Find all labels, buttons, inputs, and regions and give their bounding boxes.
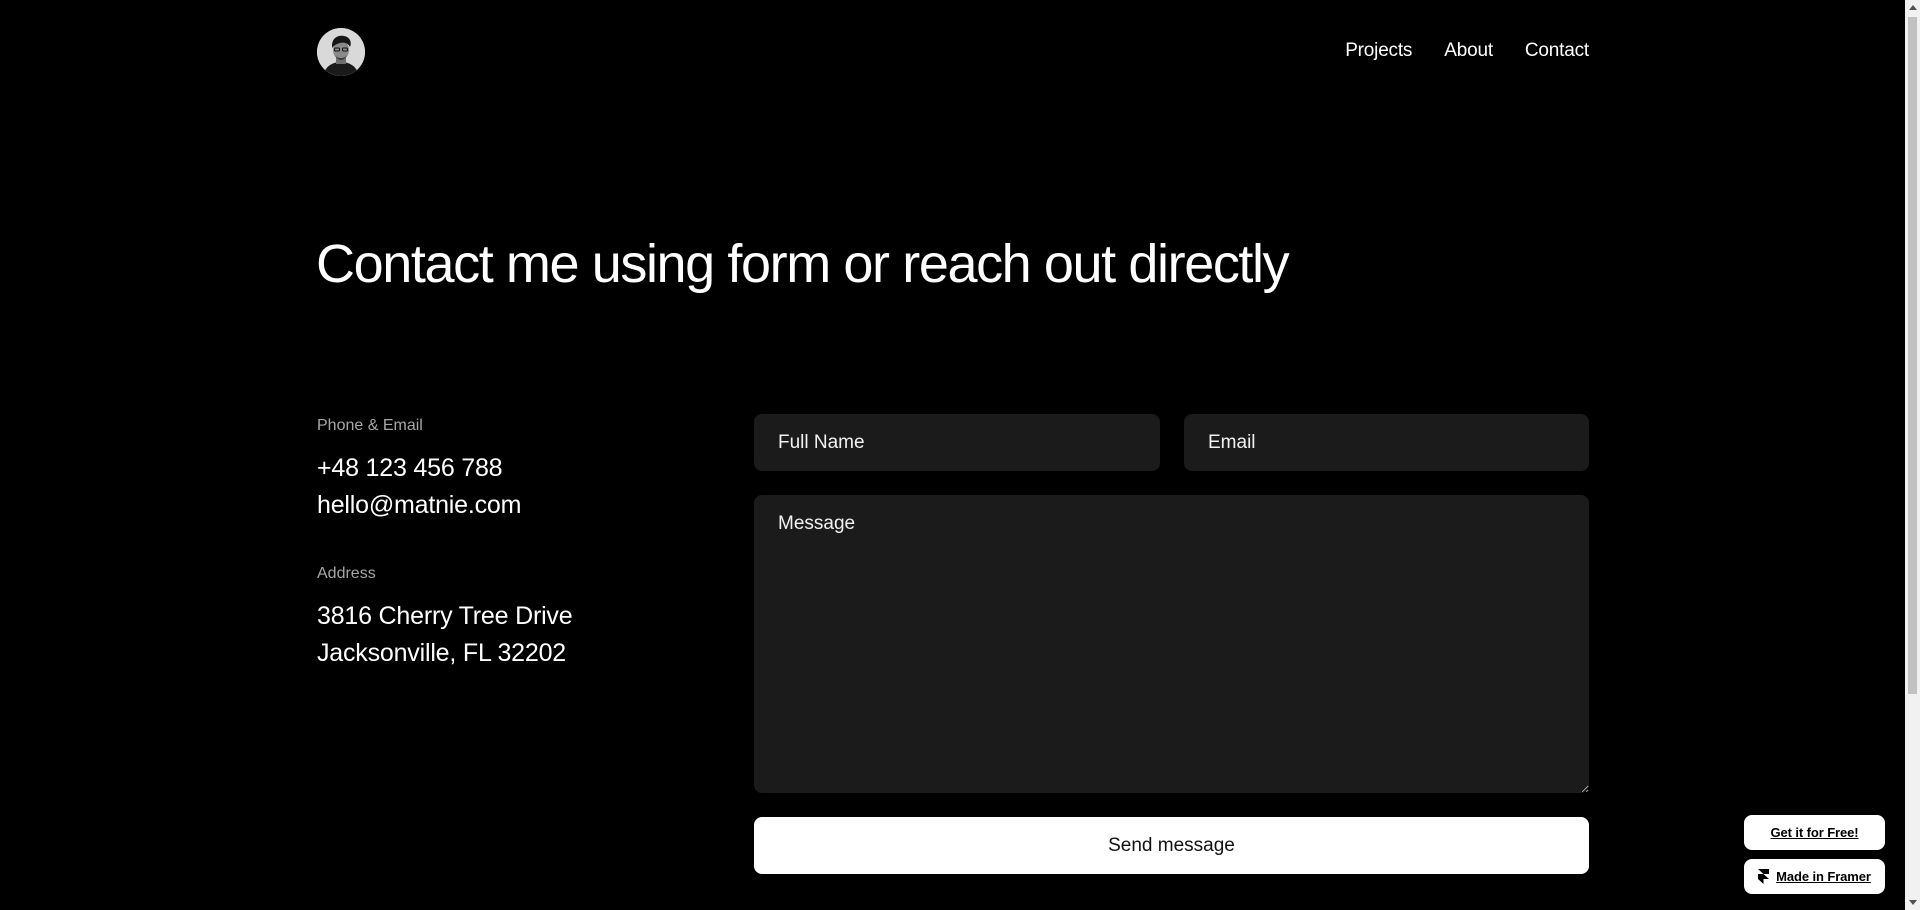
phone-link[interactable]: +48 123 456 788 (317, 450, 503, 487)
scroll-down-icon[interactable] (1909, 900, 1917, 905)
nav-projects-link[interactable]: Projects (1345, 40, 1412, 62)
message-textarea[interactable] (754, 495, 1589, 793)
email-input[interactable] (1184, 414, 1589, 471)
email-link[interactable]: hello@matnie.com (317, 487, 521, 524)
framer-logo-icon (1758, 869, 1770, 884)
scroll-thumb[interactable] (1908, 17, 1917, 694)
nav-contact-link[interactable]: Contact (1525, 40, 1589, 62)
phone-email-label: Phone & Email (317, 417, 423, 434)
address-street: 3816 Cherry Tree Drive (317, 602, 573, 630)
page-scrollbar[interactable] (1905, 0, 1920, 910)
address-label: Address (317, 565, 376, 582)
address-city: Jacksonville, FL 32202 (317, 639, 566, 667)
made-in-framer-label: Made in Framer (1776, 869, 1871, 884)
nav-about-link[interactable]: About (1444, 40, 1493, 62)
scroll-up-icon[interactable] (1909, 5, 1917, 10)
get-it-free-label: Get it for Free! (1770, 825, 1859, 840)
full-name-input[interactable] (754, 414, 1160, 471)
get-it-free-button[interactable]: Get it for Free! (1744, 815, 1885, 850)
contact-page: Projects About Contact Contact me using … (0, 0, 1920, 910)
made-in-framer-button[interactable]: Made in Framer (1744, 859, 1885, 894)
main-nav: Projects About Contact (1345, 40, 1589, 62)
portrait-image (317, 28, 365, 76)
avatar[interactable] (317, 28, 365, 76)
page-title: Contact me using form or reach out direc… (316, 234, 1290, 294)
send-message-button[interactable]: Send message (754, 817, 1589, 874)
